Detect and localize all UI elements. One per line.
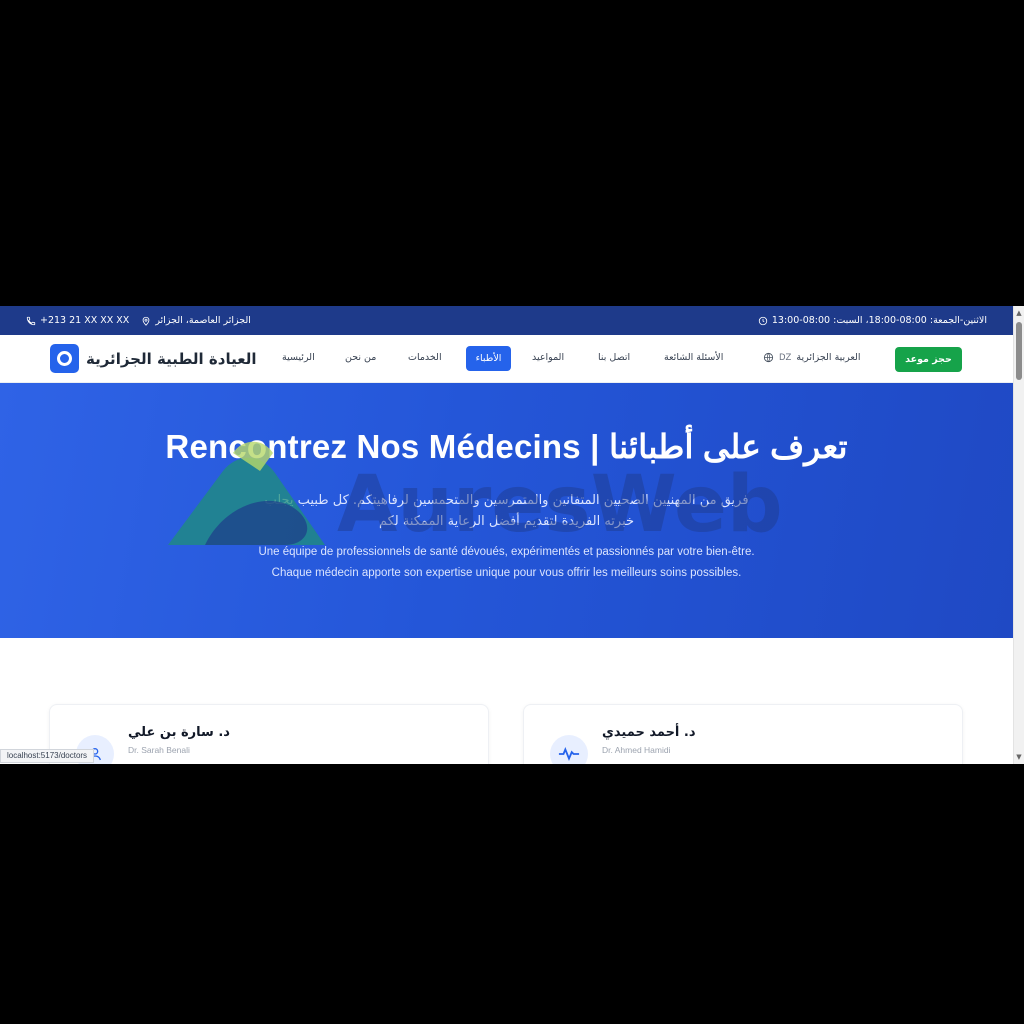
address-text: الجزائر العاصمة، الجزائر xyxy=(155,315,251,326)
nav-home[interactable]: الرئيسية xyxy=(282,352,315,363)
nav-contact[interactable]: اتصل بنا xyxy=(598,352,630,363)
page-title: Rencontrez Nos Médecins | تعرف على أطبائ… xyxy=(165,428,848,465)
nav-doctors[interactable]: الأطباء xyxy=(466,346,511,371)
globe-icon xyxy=(763,352,774,363)
main-navbar: العيادة الطبية الجزائرية الرئيسية من نحن… xyxy=(0,335,1013,383)
nav-about[interactable]: من نحن xyxy=(345,352,376,363)
clinic-logo-icon xyxy=(50,344,79,373)
nav-services[interactable]: الخدمات xyxy=(408,352,442,363)
browser-viewport: +213 21 XX XX XX الجزائر العاصمة، الجزائ… xyxy=(0,306,1024,764)
doctor-card[interactable]: د. أحمد حميدي Dr. Ahmed Hamidi xyxy=(523,704,963,764)
book-appointment-button[interactable]: حجز موعد xyxy=(895,347,962,372)
doctor-name-fr: Dr. Sarah Benali xyxy=(128,745,190,755)
hero-section: Rencontrez Nos Médecins | تعرف على أطبائ… xyxy=(0,383,1013,638)
doctors-grid: د. سارة بن علي Dr. Sarah Benali د. أحمد … xyxy=(0,638,1013,764)
contact-info: +213 21 XX XX XX الجزائر العاصمة، الجزائ… xyxy=(26,315,251,326)
scroll-down-arrow-icon[interactable]: ▼ xyxy=(1015,752,1023,762)
scroll-up-arrow-icon[interactable]: ▲ xyxy=(1015,308,1023,318)
phone-icon xyxy=(26,316,36,325)
doctor-name-ar: د. سارة بن علي xyxy=(128,725,230,740)
brand-name: العيادة الطبية الجزائرية xyxy=(86,349,257,368)
brand-logo-link[interactable]: العيادة الطبية الجزائرية xyxy=(50,344,256,373)
hours-text: الاثنين-الجمعة: 08:00-18:00، السبت: 08:0… xyxy=(771,315,987,326)
hero-subtitle-fr-line1: Une équipe de professionnels de santé dé… xyxy=(258,546,755,558)
language-code: DZ xyxy=(779,352,792,363)
doctor-name-ar: د. أحمد حميدي xyxy=(602,725,696,740)
scrollbar-thumb[interactable] xyxy=(1016,322,1022,380)
language-selector[interactable]: DZ العربية الجزائرية xyxy=(763,352,861,363)
page-scrollbar[interactable]: ▲ ▼ xyxy=(1013,306,1024,764)
clock-icon xyxy=(758,316,768,325)
address-info: الجزائر العاصمة، الجزائر xyxy=(141,315,251,326)
nav-faq[interactable]: الأسئلة الشائعة xyxy=(664,352,723,363)
hero-subtitle-fr-line2: Chaque médecin apporte son expertise uni… xyxy=(271,567,742,579)
phone-info: +213 21 XX XX XX xyxy=(26,315,129,326)
doctor-name-fr: Dr. Ahmed Hamidi xyxy=(602,745,671,755)
heartbeat-icon xyxy=(550,735,588,764)
hero-subtitle-ar-line1: فريق من المهنيين الصحيين المتفانين والمت… xyxy=(264,493,749,508)
nav-appointments[interactable]: المواعيد xyxy=(532,352,564,363)
hours-info: الاثنين-الجمعة: 08:00-18:00، السبت: 08:0… xyxy=(758,315,987,326)
status-url: localhost:5173/doctors xyxy=(0,749,95,763)
map-pin-icon xyxy=(142,316,150,326)
phone-number: +213 21 XX XX XX xyxy=(40,315,130,326)
hero-subtitle-ar-line2: خبرته الفريدة لتقديم أفضل الرعاية الممكن… xyxy=(378,514,635,529)
doctor-card[interactable]: د. سارة بن علي Dr. Sarah Benali xyxy=(49,704,489,764)
language-label: العربية الجزائرية xyxy=(796,352,861,363)
top-info-bar: +213 21 XX XX XX الجزائر العاصمة، الجزائ… xyxy=(0,306,1013,335)
